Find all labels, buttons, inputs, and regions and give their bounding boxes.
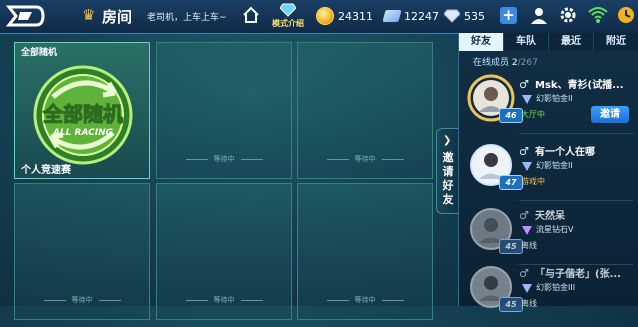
diamond-value: 535 [464,9,485,23]
rank-badge-icon [522,95,532,104]
friend-status: 离线 [521,241,537,250]
gender-male-icon: ♂ [519,209,529,222]
recharge-plus-button[interactable]: + [500,7,517,24]
level-badge: 46 [499,108,523,123]
waiting-label: 等待中 [15,295,149,305]
rank-badge-icon [522,284,532,293]
coin-icon [316,7,334,25]
gear-icon[interactable] [558,5,578,25]
gender-male-icon: ♂ [519,78,529,91]
online-members: 在线成员 2/267 [473,55,538,68]
waiting-label: 等待中 [157,295,291,305]
gender-male-icon: ♂ [519,145,529,158]
coin-counter: 24311 [316,6,373,26]
slot-empty[interactable]: 等待中 [14,183,150,320]
friend-row[interactable]: 47 ♂ 有一个人在哪 幻影铂金II 游戏中 [459,137,638,205]
slot-empty[interactable]: 等待中 [156,183,292,320]
friend-row[interactable]: 45 ♂ 「与子偕老」(张... 幻影铂金III 离线 [459,259,638,327]
friend-name: 「与子偕老」(张... [535,269,621,280]
friend-row[interactable]: 46 ♂ Msk、青衫(试播... 幻影铂金II 大厅中 邀请 [459,70,638,138]
emblem-text: 全部随机 [42,102,123,126]
waiting-label: 等待中 [298,154,432,164]
waiting-label: 等待中 [298,295,432,305]
level-badge: 47 [499,175,523,190]
avatar: 45 [467,205,523,254]
crown-icon: ♛ [82,6,96,24]
invite-friends-tab[interactable]: ❯ 邀请好友 [436,128,459,214]
slot-empty[interactable]: 等待中 [297,42,433,179]
friend-rank: 幻影铂金III [536,283,576,292]
friend-rank: 幻影铂金II [536,94,573,103]
friend-status: 游戏中 [521,177,545,186]
slot-empty[interactable]: 等待中 [297,183,433,320]
room-description[interactable]: 老司机，上车上车~ [147,10,227,23]
coin-value: 24311 [338,9,373,23]
friend-status: 离线 [521,299,537,308]
slot-empty[interactable]: 等待中 [156,42,292,179]
clock-icon[interactable] [617,6,635,24]
divider [519,133,633,134]
mode-intro-button[interactable]: 模式介绍 [266,3,310,29]
panel-tabs: 好友 车队 最近 附近 [459,33,638,51]
rank-badge-icon [522,226,532,235]
tab-team[interactable]: 车队 [504,33,549,51]
waiting-label: 等待中 [157,154,291,164]
coupon-icon [382,10,402,22]
slot-footer: 个人竞速赛 [21,165,71,176]
home-icon[interactable] [242,6,260,24]
avatar: 46 [467,74,523,123]
gender-male-icon: ♂ [519,267,529,280]
chevron-right-icon: ❯ [443,135,452,146]
level-badge: 45 [499,297,523,312]
friend-name: 有一个人在哪 [535,147,595,158]
mode-intro-label: 模式介绍 [272,19,304,28]
wifi-icon [588,7,608,23]
rank-badge-icon [522,162,532,171]
profile-icon[interactable] [529,5,549,25]
invite-button[interactable]: 邀请 [591,106,629,123]
diamond-icon [444,9,460,23]
online-label: 在线成员 [473,58,510,68]
friend-rank: 幻影铂金II [536,161,573,170]
tab-nearby[interactable]: 附近 [594,33,638,51]
emblem-subtext: ALL RACING [52,128,113,138]
avatar: 45 [467,263,523,312]
tab-friends[interactable]: 好友 [459,33,504,51]
online-total: /267 [517,58,538,68]
coupon-counter: 12247 [382,6,439,26]
friend-status: 大厅中 [521,110,545,119]
coupon-value: 12247 [404,9,439,23]
all-random-emblem-icon: 全部随机 ALL RACING [33,65,133,165]
friend-name: Msk、青衫(试播... [535,80,624,91]
level-badge: 45 [499,239,523,254]
tab-recent[interactable]: 最近 [549,33,594,51]
back-logo-icon[interactable] [6,4,46,28]
friends-panel: 好友 车队 最近 附近 在线成员 2/267 46 ♂ Msk、青衫(试播...… [458,33,638,312]
avatar: 47 [467,141,523,190]
room-title: 房间 [102,8,133,26]
top-bar: ♛ 房间 老司机，上车上车~ 模式介绍 24311 12247 535 + [0,0,638,34]
friend-name: 天然呆 [535,211,565,222]
friend-rank: 流星钻石V [536,225,574,234]
mode-gem-icon [280,3,296,17]
slot-all-random[interactable]: 全部随机 全部随机 ALL RACING 个人竞速赛 [14,42,150,179]
invite-friends-label: 邀请好友 [442,151,454,206]
diamond-counter: 535 [444,6,485,26]
